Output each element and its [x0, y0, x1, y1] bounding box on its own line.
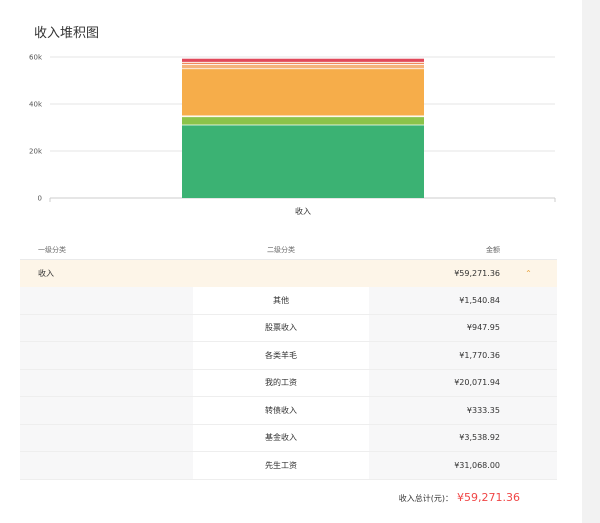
table-row: 股票收入 ¥947.95	[20, 314, 557, 342]
row-level1-cell	[20, 452, 193, 479]
table-row: 先生工资 ¥31,068.00	[20, 452, 557, 480]
summary-amount: ¥59,271.36	[454, 269, 500, 278]
row-subcategory: 基金收入	[193, 424, 369, 451]
header-level2: 二级分类	[267, 246, 295, 254]
summary-category: 收入	[38, 269, 54, 278]
total-value: ¥59,271.36	[457, 491, 520, 504]
table-row: 其他 ¥1,540.84	[20, 287, 557, 315]
header-level1: 一级分类	[38, 246, 66, 254]
row-level1-cell	[20, 369, 193, 396]
y-tick-label: 60k	[29, 54, 43, 62]
row-amount: ¥3,538.92	[369, 424, 557, 451]
y-tick-label: 40k	[29, 101, 43, 109]
chevron-up-icon[interactable]: ⌃	[500, 269, 557, 278]
row-level1-cell	[20, 397, 193, 424]
bar-segment	[182, 124, 424, 198]
table-row: 转债收入 ¥333.35	[20, 397, 557, 425]
row-level1-cell	[20, 314, 193, 341]
y-tick-label: 0	[38, 195, 42, 203]
total-label: 收入总计(元)：	[398, 494, 454, 503]
row-amount: ¥1,770.36	[369, 342, 557, 369]
summary-row-income[interactable]: 收入 ¥59,271.36 ⌃	[20, 260, 557, 287]
row-level1-cell	[20, 424, 193, 451]
table-row: 各类羊毛 ¥1,770.36	[20, 342, 557, 370]
row-amount: ¥1,540.84	[369, 287, 557, 314]
row-subcategory: 先生工资	[193, 452, 369, 479]
row-amount: ¥333.35	[369, 397, 557, 424]
bar-segment	[182, 68, 424, 116]
bar-segment	[182, 64, 424, 69]
right-panel-edge	[582, 0, 600, 523]
row-level1-cell	[20, 287, 193, 314]
header-amount: 金额	[486, 246, 500, 254]
income-table: 一级分类 二级分类 金额 收入 ¥59,271.36 ⌃ 其他 ¥1,540.84…	[20, 241, 557, 480]
table-row: 基金收入 ¥3,538.92	[20, 424, 557, 452]
row-amount: ¥20,071.94	[369, 369, 557, 396]
row-level1-cell	[20, 342, 193, 369]
bar-segment	[182, 58, 424, 63]
bar-segment	[182, 116, 424, 125]
total-summary: 收入总计(元)： ¥59,271.36	[399, 491, 520, 504]
row-subcategory: 其他	[193, 287, 369, 314]
stacked-bar-chart: 0 20k 40k 60k 收入	[29, 54, 556, 216]
detail-rows: 其他 ¥1,540.84 股票收入 ¥947.95 各类羊毛 ¥1,770.36 我的工资 ¥…	[20, 287, 557, 480]
row-subcategory: 我的工资	[193, 369, 369, 396]
row-amount: ¥947.95	[369, 314, 557, 341]
table-row: 我的工资 ¥20,071.94	[20, 369, 557, 397]
x-category-label: 收入	[295, 206, 311, 216]
row-amount: ¥31,068.00	[369, 452, 557, 479]
table-header: 一级分类 二级分类 金额	[20, 241, 557, 260]
y-tick-label: 20k	[29, 148, 43, 156]
row-subcategory: 转债收入	[193, 397, 369, 424]
row-subcategory: 各类羊毛	[193, 342, 369, 369]
row-subcategory: 股票收入	[193, 314, 369, 341]
